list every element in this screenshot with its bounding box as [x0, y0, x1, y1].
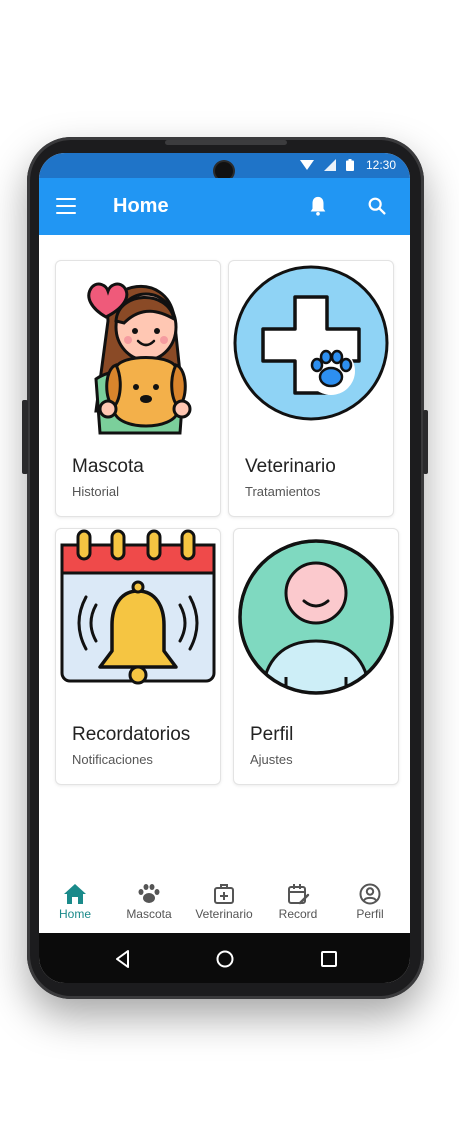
signal-icon: [323, 159, 336, 171]
paw-icon: [138, 884, 160, 903]
card-title: Veterinario: [245, 456, 336, 477]
home-circle-icon[interactable]: [214, 948, 236, 970]
nav-item-mascota[interactable]: Mascota: [112, 883, 186, 921]
nav-item-record[interactable]: Record: [261, 883, 335, 921]
volume-button: [22, 400, 28, 474]
card-subtitle: Historial: [72, 484, 119, 499]
nav-label: Mascota: [126, 907, 172, 921]
nav-item-veterinario[interactable]: Veterinario: [187, 883, 261, 921]
card-subtitle: Ajustes: [250, 752, 293, 767]
user-profile-illustration: [238, 539, 394, 695]
system-navigation-bar: [39, 933, 410, 983]
card-title: Recordatorios: [72, 724, 191, 745]
earpiece-speaker: [165, 140, 287, 145]
calendar-bell-illustration: [60, 529, 216, 685]
card-recordatorios[interactable]: Recordatorios Notificaciones: [55, 528, 221, 785]
card-mascota[interactable]: Mascota Historial: [55, 260, 221, 517]
recents-square-icon[interactable]: [318, 948, 340, 970]
phone-screen: 12:30 Home Mascota Historial Veterinario…: [39, 153, 410, 983]
card-title: Mascota: [72, 456, 144, 477]
wifi-icon: [299, 160, 314, 170]
status-time: 12:30: [365, 158, 396, 172]
nav-label: Record: [278, 907, 318, 921]
home-icon: [64, 884, 86, 904]
card-subtitle: Notificaciones: [72, 752, 153, 767]
nav-item-perfil[interactable]: Perfil: [333, 883, 407, 921]
status-bar: 12:30: [39, 153, 410, 180]
card-veterinario[interactable]: Veterinario Tratamientos: [228, 260, 394, 517]
bottom-navigation: Home Mascota Veterinario Record Perfil: [39, 871, 410, 933]
nav-label: Perfil: [356, 907, 384, 921]
page-title: Home: [113, 195, 169, 217]
card-subtitle: Tratamientos: [245, 484, 321, 499]
medical-kit-icon: [214, 884, 234, 904]
card-perfil[interactable]: Perfil Ajustes: [233, 528, 399, 785]
power-button: [423, 410, 428, 474]
girl-with-dog-illustration: [87, 282, 192, 435]
vet-cross-paw-illustration: [233, 265, 389, 421]
nav-item-home[interactable]: Home: [39, 883, 112, 921]
user-circle-icon: [359, 883, 381, 905]
bell-icon[interactable]: [307, 195, 329, 217]
card-title: Perfil: [250, 724, 294, 745]
battery-icon: [345, 159, 354, 171]
search-icon[interactable]: [366, 195, 388, 217]
app-bar: Home: [39, 178, 410, 235]
nav-label: Veterinario: [195, 907, 253, 921]
calendar-edit-icon: [288, 884, 310, 905]
nav-label: Home: [58, 907, 91, 921]
menu-icon[interactable]: [56, 198, 76, 214]
back-icon[interactable]: [112, 948, 134, 970]
